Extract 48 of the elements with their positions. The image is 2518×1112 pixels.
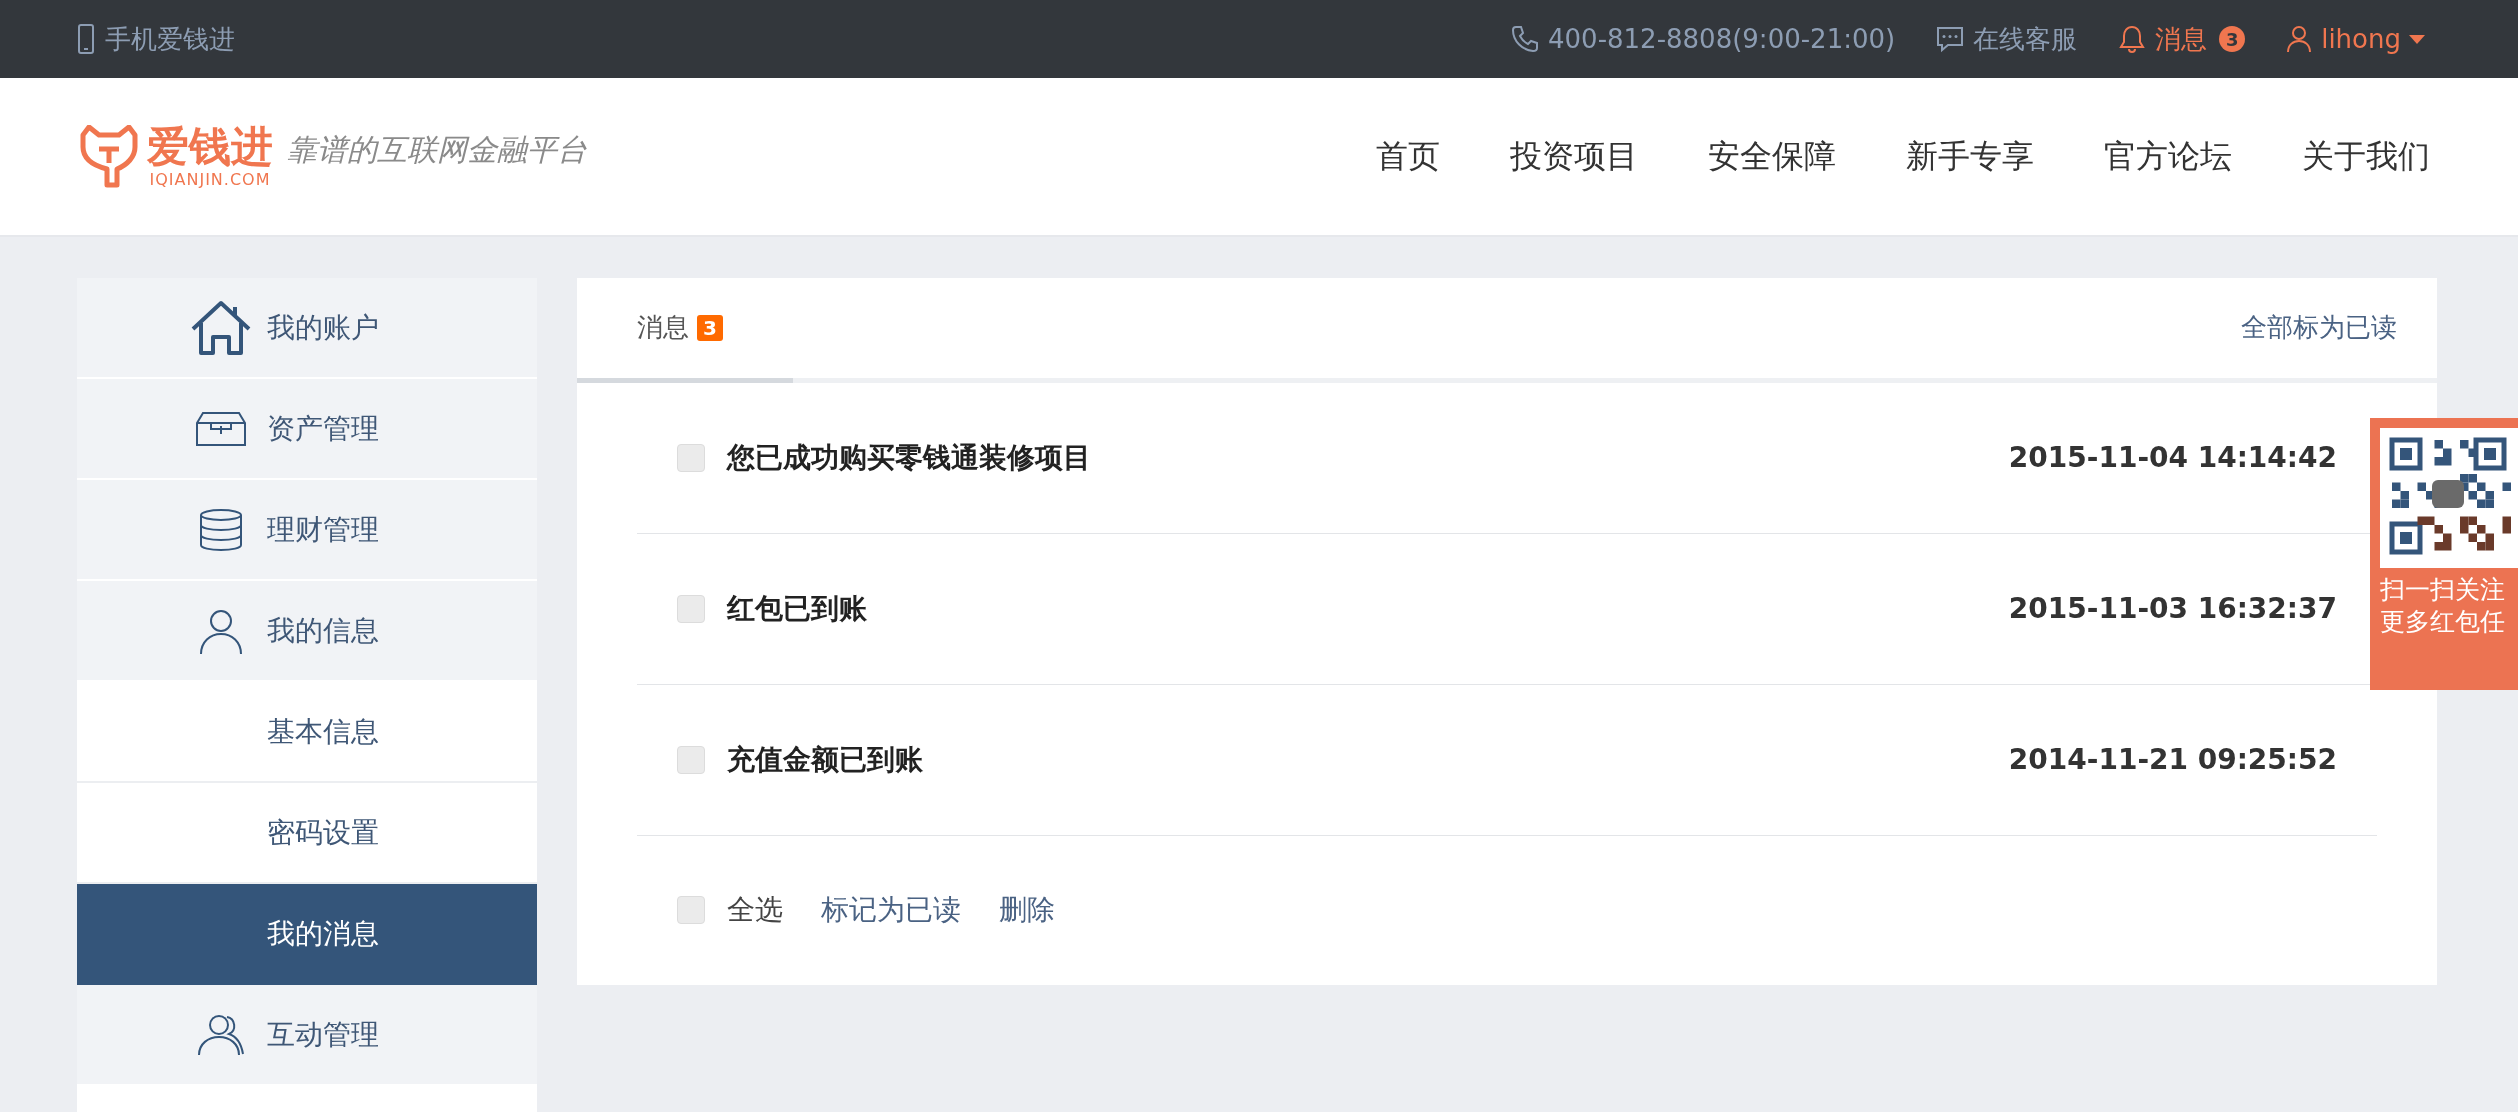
bulk-action-link[interactable]: 删除 <box>999 891 1055 930</box>
message-time: 2015-11-03 16:32:37 <box>2008 592 2337 626</box>
nav-link[interactable]: 新手专享 <box>1906 134 2034 179</box>
message-title: 红包已到账 <box>727 590 868 627</box>
sidebar-item[interactable]: 我的账户 <box>77 278 537 379</box>
mark-all-read-link[interactable]: 全部标为已读 <box>2241 310 2397 346</box>
database-stack-icon <box>197 506 245 553</box>
checkbox[interactable] <box>677 594 705 623</box>
logo-wordmark: 爱钱进 <box>147 123 273 171</box>
checkbox[interactable] <box>677 896 705 925</box>
mobile-app-link[interactable]: 手机爱钱进 <box>105 21 235 57</box>
user-icon <box>2285 24 2314 54</box>
chat-bubble-icon <box>1935 24 1966 54</box>
message-time: 2014-11-21 09:25:52 <box>2008 743 2337 777</box>
message-title: 您已成功购买零钱通装修项目 <box>727 439 1092 476</box>
house-icon <box>189 298 253 357</box>
count-badge: 3 <box>697 314 723 341</box>
message-title: 充值金额已到账 <box>727 741 924 778</box>
messages-link[interactable]: 消息 <box>2155 21 2208 57</box>
online-support-link[interactable]: 在线客服 <box>1973 21 2078 57</box>
sidebar-item[interactable]: 资产管理 <box>77 379 537 480</box>
mobile-phone-icon <box>77 24 95 54</box>
username-menu[interactable]: lihong <box>2321 24 2401 54</box>
qr-caption-line: 扫一扫关注 <box>2380 574 2506 606</box>
nav-link[interactable]: 关于我们 <box>2302 134 2430 179</box>
checkbox[interactable] <box>677 443 705 472</box>
tab[interactable]: 消息 3 <box>577 278 783 378</box>
checkbox[interactable] <box>677 745 705 774</box>
bulk-action-link[interactable]: 标记为已读 <box>821 891 961 930</box>
telephone-icon <box>1510 24 1540 54</box>
sidebar-item[interactable]: 互动管理 <box>77 985 537 1086</box>
message-time: 2015-11-04 14:14:42 <box>2008 441 2337 475</box>
select-all-label: 全选 <box>727 892 783 929</box>
caret-icon <box>2409 34 2425 44</box>
sidebar-subitem[interactable]: 我的消息 <box>77 884 537 985</box>
nav-link[interactable]: 官方论坛 <box>2104 134 2232 179</box>
logo-slogan: 靠谱的互联网金融平台 <box>287 131 587 170</box>
unread-count-badge: 3 <box>2219 26 2246 52</box>
sidebar-item[interactable]: 我的信息 <box>77 581 537 682</box>
person-icon <box>199 607 243 654</box>
sidebar-item[interactable]: 理财管理 <box>77 480 537 581</box>
nav-link[interactable]: 投资项目 <box>1510 134 1638 179</box>
logo-domain: IQIANJIN.COM <box>149 170 271 190</box>
qr-caption-line: 更多红包任 <box>2380 606 2506 638</box>
nav-link[interactable]: 首页 <box>1376 134 1440 179</box>
hotline-number: 400-812-8808(9:00-21:00) <box>1548 24 1896 54</box>
two-people-icon <box>197 1012 245 1057</box>
nav-link[interactable]: 安全保障 <box>1708 134 1836 179</box>
